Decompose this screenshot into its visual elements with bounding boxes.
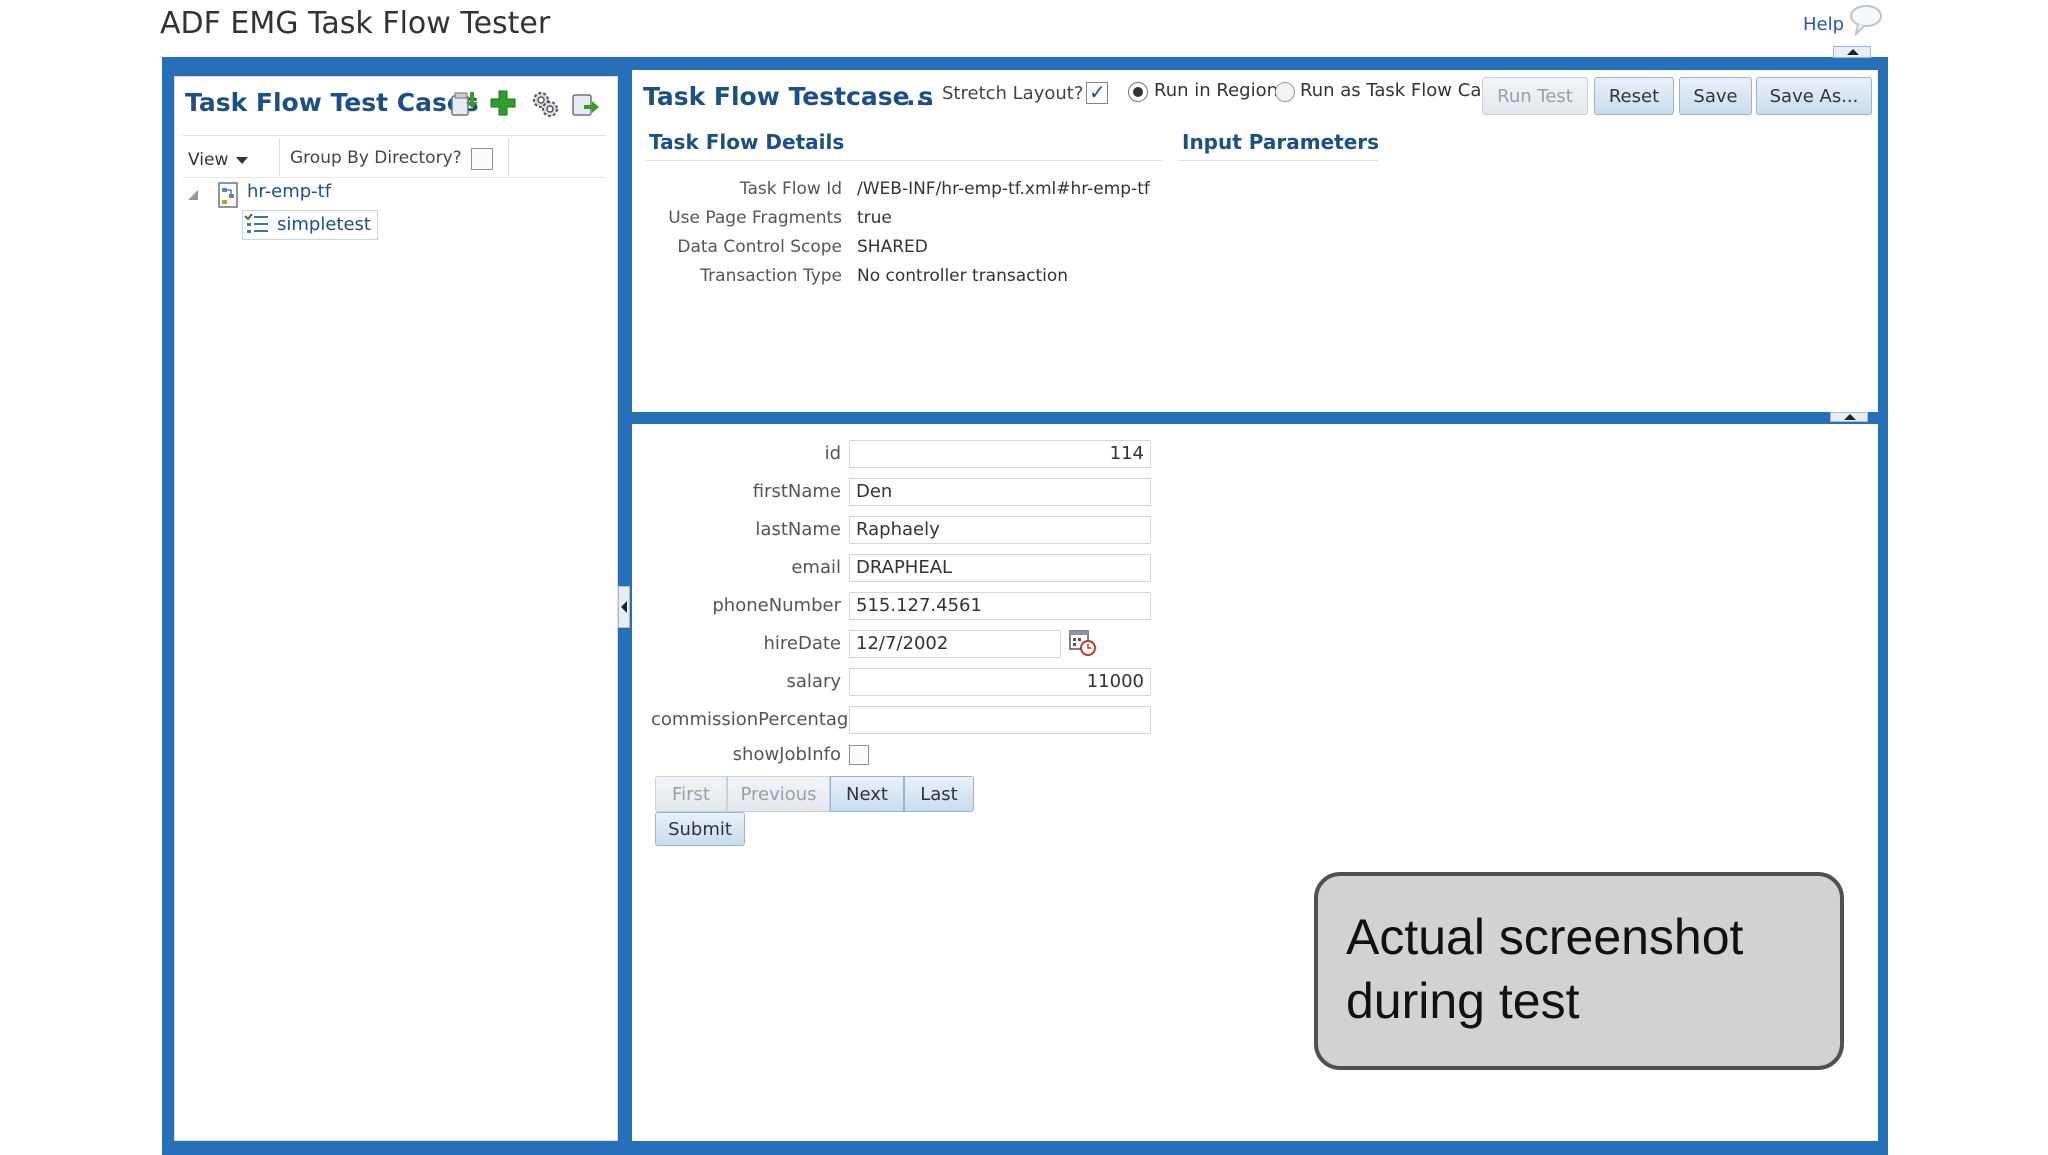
field-label-salary: salary — [786, 671, 842, 692]
taskflow-file-icon — [214, 181, 242, 209]
testcase-title: Task Flow Testcase sir — [643, 82, 935, 111]
first-button[interactable]: First — [655, 776, 727, 812]
email-input[interactable]: DRAPHEAL — [849, 554, 1151, 582]
annotation-callout-text: Actual screenshot during test — [1346, 905, 1743, 1033]
id-input[interactable]: 114 — [849, 440, 1151, 468]
tree-item-label: simpletest — [277, 214, 371, 235]
input-parameters-heading: Input Parameters — [1182, 130, 1380, 154]
reset-button[interactable]: Reset — [1594, 77, 1674, 115]
collapse-top-toggle[interactable] — [1833, 46, 1871, 58]
next-button[interactable]: Next — [830, 776, 904, 812]
test-case-icon — [242, 212, 272, 238]
detail-value: /WEB-INF/hr-emp-tf.xml#hr-emp-tf — [857, 179, 1150, 199]
field-label-lastname: lastName — [755, 519, 841, 540]
previous-button[interactable]: Previous — [727, 776, 830, 812]
hire-date-input[interactable]: 12/7/2002 — [849, 630, 1061, 658]
app-title: ADF EMG Task Flow Tester — [160, 6, 551, 41]
detail-label: Use Page Fragments — [668, 208, 842, 228]
field-label-id: id — [824, 443, 841, 464]
detail-value: true — [857, 208, 892, 228]
toolbar-divider — [183, 177, 606, 178]
group-by-label: Group By Directory? — [290, 148, 462, 168]
commission-percentage-input[interactable] — [849, 706, 1151, 734]
calendar-icon[interactable] — [1068, 628, 1096, 656]
run-in-region-label: Run in Region — [1154, 80, 1278, 101]
detail-label: Task Flow Id — [739, 179, 842, 199]
field-label-showjobinfo: showJobInfo — [732, 744, 841, 765]
save-as-button[interactable]: Save As... — [1756, 77, 1872, 115]
detail-label: Transaction Type — [700, 266, 842, 286]
toolbar-separator — [279, 138, 280, 176]
field-label-phonenumber: phoneNumber — [712, 595, 841, 616]
last-name-input[interactable]: Raphaely — [849, 516, 1151, 544]
callout-line-1: Actual screenshot — [1346, 909, 1744, 965]
heading-divider — [645, 160, 1163, 161]
import-icon[interactable] — [448, 88, 478, 118]
phone-number-input[interactable]: 515.127.4561 — [849, 592, 1151, 620]
field-label-email: email — [791, 557, 841, 578]
help-icon[interactable] — [1848, 4, 1884, 38]
callout-line-2: during test — [1346, 973, 1580, 1029]
test-cases-panel — [174, 76, 618, 1141]
title-divider — [183, 135, 606, 136]
collapse-top-panel-toggle[interactable] — [1830, 412, 1868, 422]
testcase-title-ellipsis: ... — [906, 82, 935, 111]
field-label-commission: commissionPercentage — [651, 709, 860, 730]
save-button[interactable]: Save — [1679, 77, 1752, 115]
field-label-hiredate: hireDate — [763, 633, 841, 654]
task-flow-details-heading: Task Flow Details — [649, 130, 845, 154]
heading-divider — [1178, 160, 1378, 161]
view-menu[interactable]: View — [188, 144, 274, 176]
settings-icon[interactable] — [530, 89, 560, 119]
run-as-taskflow-call-radio[interactable] — [1275, 82, 1295, 102]
show-job-info-checkbox[interactable] — [849, 745, 869, 765]
salary-input[interactable]: 11000 — [849, 668, 1151, 696]
run-test-button[interactable]: Run Test — [1482, 77, 1588, 115]
test-cases-title: Task Flow Test Cases — [185, 88, 479, 117]
first-name-input[interactable]: Den — [849, 478, 1151, 506]
stretch-layout-checkbox[interactable] — [1086, 80, 1108, 104]
toolbar-separator — [508, 138, 509, 176]
detail-label: Data Control Scope — [677, 237, 842, 257]
field-label-firstname: firstName — [752, 481, 841, 502]
run-as-taskflow-call-label: Run as Task Flow Call — [1300, 80, 1492, 101]
view-menu-label: View — [188, 150, 229, 170]
last-button[interactable]: Last — [904, 776, 974, 812]
tree-node-hr-emp-tf[interactable]: hr-emp-tf — [247, 181, 331, 202]
export-icon[interactable] — [570, 89, 600, 119]
submit-button[interactable]: Submit — [655, 812, 745, 846]
group-by-checkbox[interactable] — [471, 148, 493, 170]
chevron-down-icon — [236, 156, 249, 164]
detail-value: No controller transaction — [857, 266, 1069, 286]
add-icon[interactable] — [488, 88, 518, 118]
collapse-left-panel-handle[interactable] — [618, 586, 630, 628]
detail-value: SHARED — [857, 237, 928, 257]
help-link[interactable]: Help — [1803, 14, 1844, 35]
run-in-region-radio[interactable] — [1128, 82, 1148, 102]
tree-expand-icon[interactable] — [188, 190, 198, 200]
stretch-layout-label: Stretch Layout? — [942, 83, 1084, 104]
